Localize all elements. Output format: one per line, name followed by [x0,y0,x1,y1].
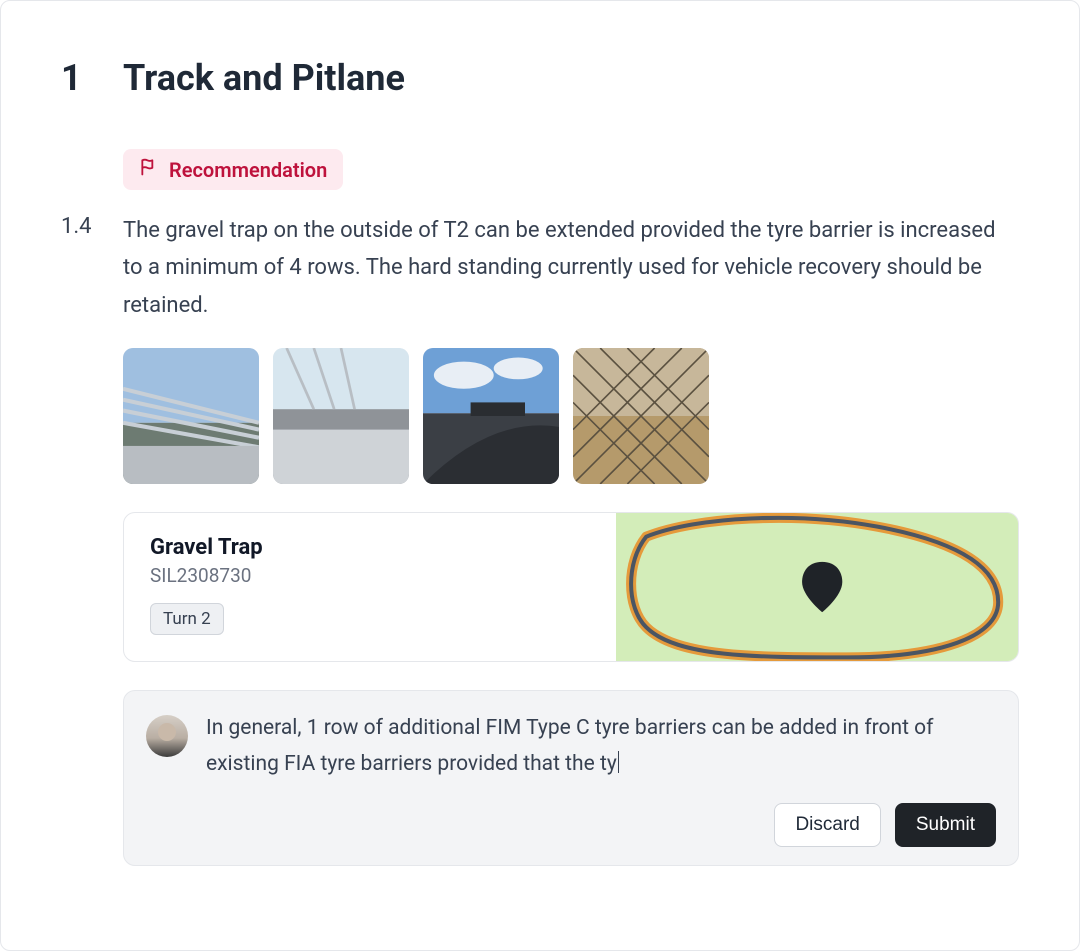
location-card: Gravel Trap SIL2308730 Turn 2 [123,512,1019,662]
recommendation-label: Recommendation [169,158,327,182]
section-title: Track and Pitlane [123,57,405,99]
location-title: Gravel Trap [150,535,590,560]
location-map[interactable] [616,513,1018,661]
recommendation-badge: Recommendation [123,149,343,190]
track-photo-3[interactable] [423,348,559,484]
comment-actions: Discard Submit [146,803,996,847]
comment-card: In general, 1 row of additional FIM Type… [123,690,1019,865]
track-photo-2[interactable] [273,348,409,484]
comment-input[interactable]: In general, 1 row of additional FIM Type… [206,711,996,782]
location-info: Gravel Trap SIL2308730 Turn 2 [124,513,616,661]
track-photo-1[interactable] [123,348,259,484]
item-text: The gravel trap on the outside of T2 can… [123,212,1019,324]
avatar [146,715,188,757]
discard-button[interactable]: Discard [774,803,880,847]
comment-body: In general, 1 row of additional FIM Type… [146,711,996,782]
submit-button[interactable]: Submit [895,803,996,847]
item-row: 1.4 The gravel trap on the outside of T2… [61,212,1019,866]
text-caret-icon [618,751,619,773]
thumbnail-row [123,348,1019,484]
item-number: 1.4 [61,212,99,866]
flag-icon [139,157,159,182]
content-column: Recommendation [123,149,1019,212]
document-page: 1 Track and Pitlane Recommendation 1.4 T… [0,0,1080,951]
section-header: 1 Track and Pitlane [61,57,1019,99]
section-number: 1 [61,57,85,99]
location-tag[interactable]: Turn 2 [150,603,224,635]
track-photo-4[interactable] [573,348,709,484]
location-code: SIL2308730 [150,564,590,587]
comment-text-value: In general, 1 row of additional FIM Type… [206,716,933,776]
